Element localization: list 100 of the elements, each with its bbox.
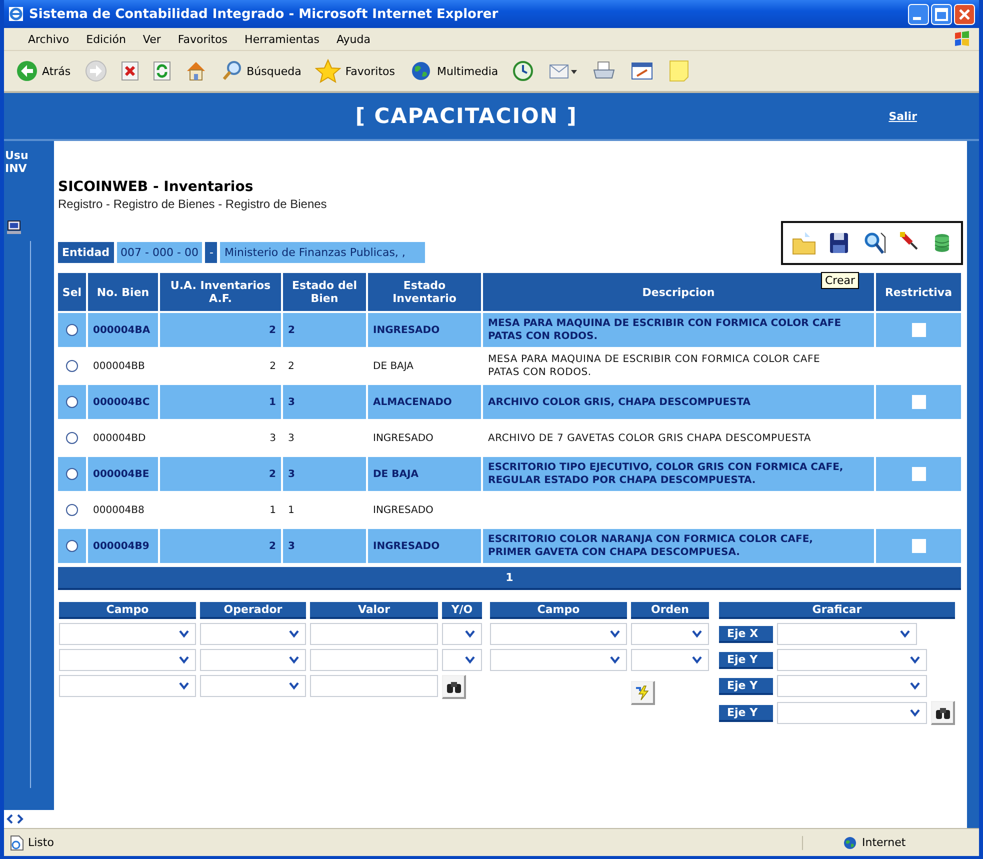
column-header: No. Bien [88,273,158,311]
close-icon[interactable] [954,4,975,24]
page-icon [10,834,24,850]
lightning-icon [634,684,650,700]
search-button[interactable]: Búsqueda [218,58,304,84]
table-cell-text: 1 [287,504,296,518]
stop-button[interactable] [118,59,141,83]
radio-button[interactable] [66,504,78,516]
column-header: Valor [310,602,438,619]
chevron-down-icon [910,656,920,664]
menu-item[interactable]: Ver [140,32,163,46]
back-button[interactable]: Atrás [14,58,73,84]
column-header: Estado Inventario [368,273,481,311]
table-cell: ESCRITORIO COLOR NARANJA CON FORMICA COLOR CAFE, PRIMER GAVETA CON CHAPA DESCOMPUESA. [483,529,874,563]
column-header: Orden [631,602,709,619]
globe-icon [409,60,433,82]
security-zone: Internet [862,836,906,849]
page-title: [ CAPACITACION ] [354,104,578,128]
computer-icon [6,219,22,235]
menu-item[interactable]: Ayuda [334,32,372,46]
dropdown[interactable] [442,623,482,645]
tooltip: Crear [821,272,859,289]
breadcrumb: Registro - Registro de Bienes - Registro de Bienes [58,197,328,211]
pagination-bar[interactable]: 1 [58,567,961,590]
menu-item[interactable]: Edición [84,32,128,46]
checkbox[interactable] [912,323,926,337]
table-cell: 1 [160,385,281,419]
chevron-down-icon [289,630,299,638]
table-cell-text: 2 [287,360,296,374]
forward-arrow-button[interactable] [82,58,109,84]
sort-button[interactable] [631,681,655,705]
maximize-icon[interactable] [931,4,952,24]
input-field[interactable] [310,649,438,671]
scroll-left-icon[interactable] [6,814,14,824]
table-cell-text: ARCHIVO DE 7 GAVETAS COLOR GRIS CHAPA DESCOMPUESTA [487,432,812,446]
column-header: Graficar [719,602,955,619]
windows-flag-icon [953,30,971,48]
binoculars-icon [934,706,950,720]
checkbox[interactable] [912,539,926,553]
minimize-icon[interactable] [908,4,929,24]
table-cell-text: 1 [268,504,277,518]
table-cell: 2 [160,529,281,563]
column-header: Estado del Bien [283,273,366,311]
chevron-down-icon [692,630,702,638]
home-icon [184,60,207,82]
scroll-right-icon[interactable] [16,814,24,824]
input-field[interactable] [310,623,438,645]
table-cell-text: MESA PARA MAQUINA DE ESCRIBIR CON FORMICA COLOR CAFE PATAS CON RODOS. [487,353,822,380]
logout-link[interactable]: Salir [888,110,917,122]
globe-icon [843,836,857,850]
dropdown[interactable] [442,649,482,671]
radio-button[interactable] [66,540,78,552]
menu-item[interactable]: Herramientas [242,32,322,46]
window-title: Sistema de Contabilidad Integrado - Microsoft Internet Explorer [29,6,500,22]
chevron-down-icon [179,682,189,690]
refresh-icon [152,61,171,81]
media-button[interactable]: Multimedia [407,58,500,84]
axis-label: Eje Y [719,704,773,722]
table-cell: ARCHIVO COLOR GRIS, CHAPA DESCOMPUESTA [483,385,874,419]
table-cell: INGRESADO [368,313,481,347]
search-button[interactable] [442,675,466,699]
chevron-down-icon [179,656,189,664]
table-cell-text: INGRESADO [372,432,434,446]
checkbox[interactable] [912,395,926,409]
column-header: Y/O [442,602,482,619]
menu-item[interactable]: Favoritos [176,32,230,46]
table-cell: 2 [283,313,366,347]
table-cell-text: 000004BD [92,432,147,446]
menu-item[interactable]: Archivo [26,32,72,46]
favorites-button[interactable]: Favoritos [313,57,397,85]
ie-logo-icon [8,6,24,22]
table-cell: 000004BC [88,385,158,419]
sticky-note-icon [668,59,690,83]
entity-code: 007 - 000 - 00 [116,242,202,263]
radio-button[interactable] [66,396,78,408]
chevron-down-icon [910,709,920,717]
table-cell: 2 [160,457,281,491]
radio-button[interactable] [66,360,78,372]
chevron-down-icon [465,656,475,664]
table-cell-text: 3 [287,432,296,446]
radio-button[interactable] [66,432,78,444]
entity-separator: - [205,242,218,263]
table-cell-text: 3 [268,432,277,446]
binoculars-icon [446,680,462,694]
window-edit-icon [630,60,654,82]
sidebar-label: Usu [4,149,30,162]
axis-label: Eje X [719,626,773,642]
radio-button[interactable] [66,468,78,480]
chevron-down-icon [910,682,920,690]
input-field[interactable] [310,675,438,697]
chart-search-button[interactable] [931,701,955,725]
column-header: Restrictiva [876,273,961,311]
entity-name: Ministerio de Finanzas Publicas, , [220,242,426,263]
table-cell: DE BAJA [368,457,481,491]
refresh-button[interactable] [150,59,173,83]
checkbox[interactable] [912,467,926,481]
column-header: Operador [200,602,306,619]
table-cell: 000004BA [88,313,158,347]
table-cell: 3 [283,529,366,563]
radio-button[interactable] [66,324,78,336]
